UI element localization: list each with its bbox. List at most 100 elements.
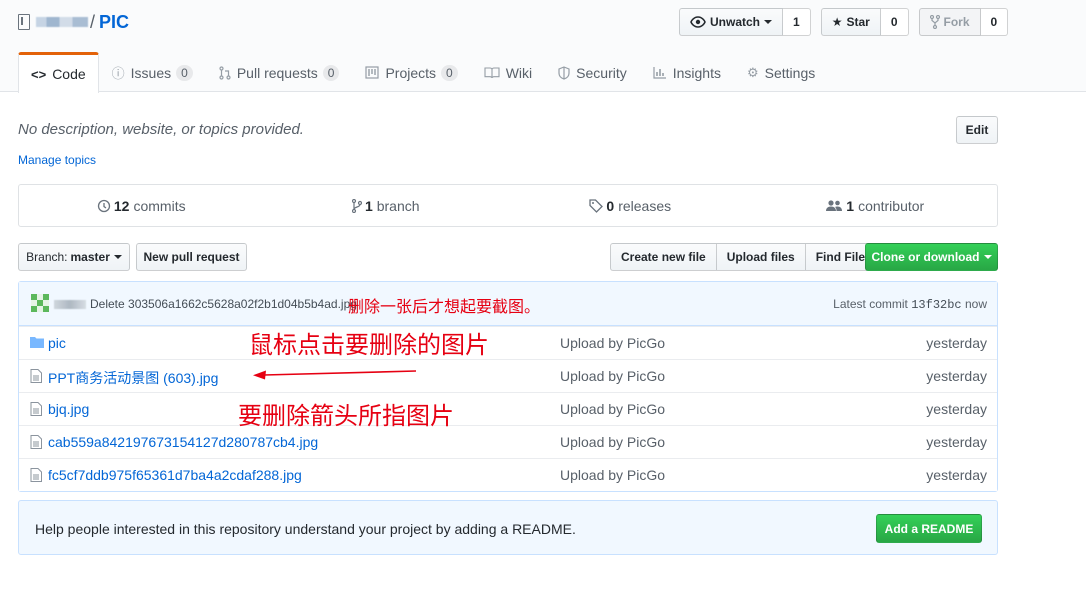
readme-prompt: Help people interested in this repositor… (18, 500, 998, 555)
watch-group: Unwatch 1 (679, 8, 811, 36)
file-commit-message[interactable]: Upload by PicGo (560, 434, 665, 450)
tab-settings[interactable]: ⚙ Settings (734, 52, 828, 92)
new-pull-request-button[interactable]: New pull request (136, 243, 247, 271)
file-link[interactable]: fc5cf7ddb975f65361d7ba4a2cdaf288.jpg (48, 467, 302, 483)
tab-security[interactable]: Security (545, 52, 640, 92)
branch-icon (351, 198, 362, 213)
file-commit-message[interactable]: Upload by PicGo (560, 467, 665, 483)
file-actions-group: Create new file Upload files Find File (610, 243, 877, 271)
tab-issues[interactable]: ⓘ Issues 0 (99, 52, 206, 92)
create-new-file-button[interactable]: Create new file (610, 243, 717, 271)
chevron-down-icon (764, 20, 773, 24)
fork-group: Fork 0 (918, 8, 1009, 36)
commit-sha-link[interactable]: 13f32bc (911, 298, 961, 312)
file-link[interactable]: pic (48, 335, 66, 351)
upload-files-button[interactable]: Upload files (715, 243, 806, 271)
stargazers-count[interactable]: 0 (880, 8, 909, 36)
unwatch-button[interactable]: Unwatch (679, 8, 784, 36)
file-age: yesterday (926, 467, 987, 483)
fork-icon (929, 15, 940, 29)
tab-code[interactable]: <> Code (18, 52, 99, 93)
fork-button[interactable]: Fork (918, 8, 981, 36)
eye-icon (690, 16, 706, 28)
tab-projects[interactable]: Projects 0 (352, 52, 470, 92)
file-icon (30, 402, 42, 416)
clone-or-download-button[interactable]: Clone or download (865, 243, 998, 271)
shield-icon (558, 65, 570, 80)
issues-counter: 0 (176, 64, 193, 81)
repo-name-link[interactable]: PIC (99, 12, 129, 33)
file-link[interactable]: PPT商务活动景图 (603).jpg (48, 368, 218, 388)
tab-pull-requests[interactable]: Pull requests 0 (206, 52, 353, 92)
file-age: yesterday (926, 434, 987, 450)
projects-counter: 0 (441, 64, 458, 81)
contributors-summary[interactable]: 1 contributor (753, 185, 998, 226)
branches-label: branch (376, 197, 420, 214)
latest-commit-info: Latest commit 13f32bc now (833, 297, 987, 312)
file-link[interactable]: cab559a842197673154127d280787cb4.jpg (48, 434, 318, 450)
tab-wiki[interactable]: Wiki (471, 52, 545, 92)
releases-label: releases (618, 197, 672, 214)
forks-count[interactable]: 0 (980, 8, 1009, 36)
star-button[interactable]: ★ Star (820, 8, 881, 36)
add-readme-button[interactable]: Add a README (876, 514, 982, 543)
repo-actions: Unwatch 1 ★ Star 0 Fork 0 (679, 8, 1018, 36)
readme-prompt-text: Help people interested in this repositor… (35, 521, 576, 537)
table-row: bjq.jpg Upload by PicGo yesterday (19, 392, 997, 425)
arrow-annotation: 要删除箭头所指图片 (238, 403, 454, 430)
manage-topics-link[interactable]: Manage topics (18, 153, 96, 167)
branch-select-button[interactable]: Branch: master (18, 243, 130, 271)
latest-commit-label: Latest commit (833, 297, 908, 311)
book-icon (484, 66, 500, 78)
avatar[interactable] (31, 294, 49, 312)
tab-security-label: Security (576, 64, 627, 81)
commits-label: commits (133, 197, 186, 214)
releases-summary[interactable]: 0 releases (508, 185, 753, 226)
branch-prefix: Branch: (26, 250, 68, 264)
star-group: ★ Star 0 (820, 8, 909, 36)
click-annotation: 鼠标点击要删除的图片 (249, 332, 489, 359)
file-commit-message[interactable]: Upload by PicGo (560, 401, 665, 417)
gear-icon: ⚙ (746, 64, 759, 80)
table-row: pic Upload by PicGo yesterday (19, 326, 997, 359)
commit-author-blurred[interactable] (54, 300, 86, 309)
owner-name-blurred[interactable] (36, 17, 88, 27)
branches-count: 1 (364, 197, 373, 214)
chevron-down-icon (983, 255, 992, 259)
table-row: fc5cf7ddb975f65361d7ba4a2cdaf288.jpg Upl… (19, 458, 997, 491)
numbers-summary: 12 commits 1 branch 0 releases 1 contrib… (18, 184, 998, 227)
contributors-count: 1 (846, 197, 855, 214)
repo-header: / PIC Unwatch 1 ★ Star 0 Fork 0 <> Code … (0, 0, 1086, 93)
file-commit-message[interactable]: Upload by PicGo (560, 368, 665, 384)
file-link[interactable]: bjq.jpg (48, 401, 89, 417)
tab-projects-label: Projects (385, 64, 437, 81)
tab-insights[interactable]: Insights (640, 52, 734, 92)
edit-description-button[interactable]: Edit (956, 116, 998, 144)
file-commit-message[interactable]: Upload by PicGo (560, 335, 665, 351)
file-age: yesterday (926, 368, 987, 384)
pull-request-icon (219, 65, 231, 80)
watchers-count[interactable]: 1 (783, 8, 811, 36)
commits-count: 12 (113, 197, 130, 214)
file-icon (30, 468, 42, 482)
file-icon (30, 369, 42, 383)
commit-annotation: 删除一张后才想起要截图。 (348, 299, 541, 316)
repo-title: / PIC (18, 11, 129, 33)
star-label: Star (846, 15, 870, 29)
file-navigation: Branch: master New pull request Create n… (18, 243, 998, 271)
issue-icon: ⓘ (111, 66, 125, 81)
file-table: Delete 303506a1662c5628a02f2b1d04b5b4ad.… (18, 281, 998, 492)
star-icon: ★ (831, 15, 843, 29)
file-age: yesterday (926, 401, 987, 417)
branches-summary[interactable]: 1 branch (264, 185, 509, 226)
contributors-label: contributor (858, 197, 925, 214)
people-icon (826, 200, 843, 211)
code-icon: <> (31, 66, 47, 82)
commit-message[interactable]: Delete 303506a1662c5628a02f2b1d04b5b4ad.… (90, 297, 357, 311)
file-icon (30, 435, 42, 449)
tag-icon (589, 198, 604, 213)
folder-icon (30, 337, 44, 348)
tab-insights-label: Insights (672, 64, 721, 81)
commits-summary[interactable]: 12 commits (19, 185, 264, 226)
chevron-down-icon (113, 255, 122, 259)
